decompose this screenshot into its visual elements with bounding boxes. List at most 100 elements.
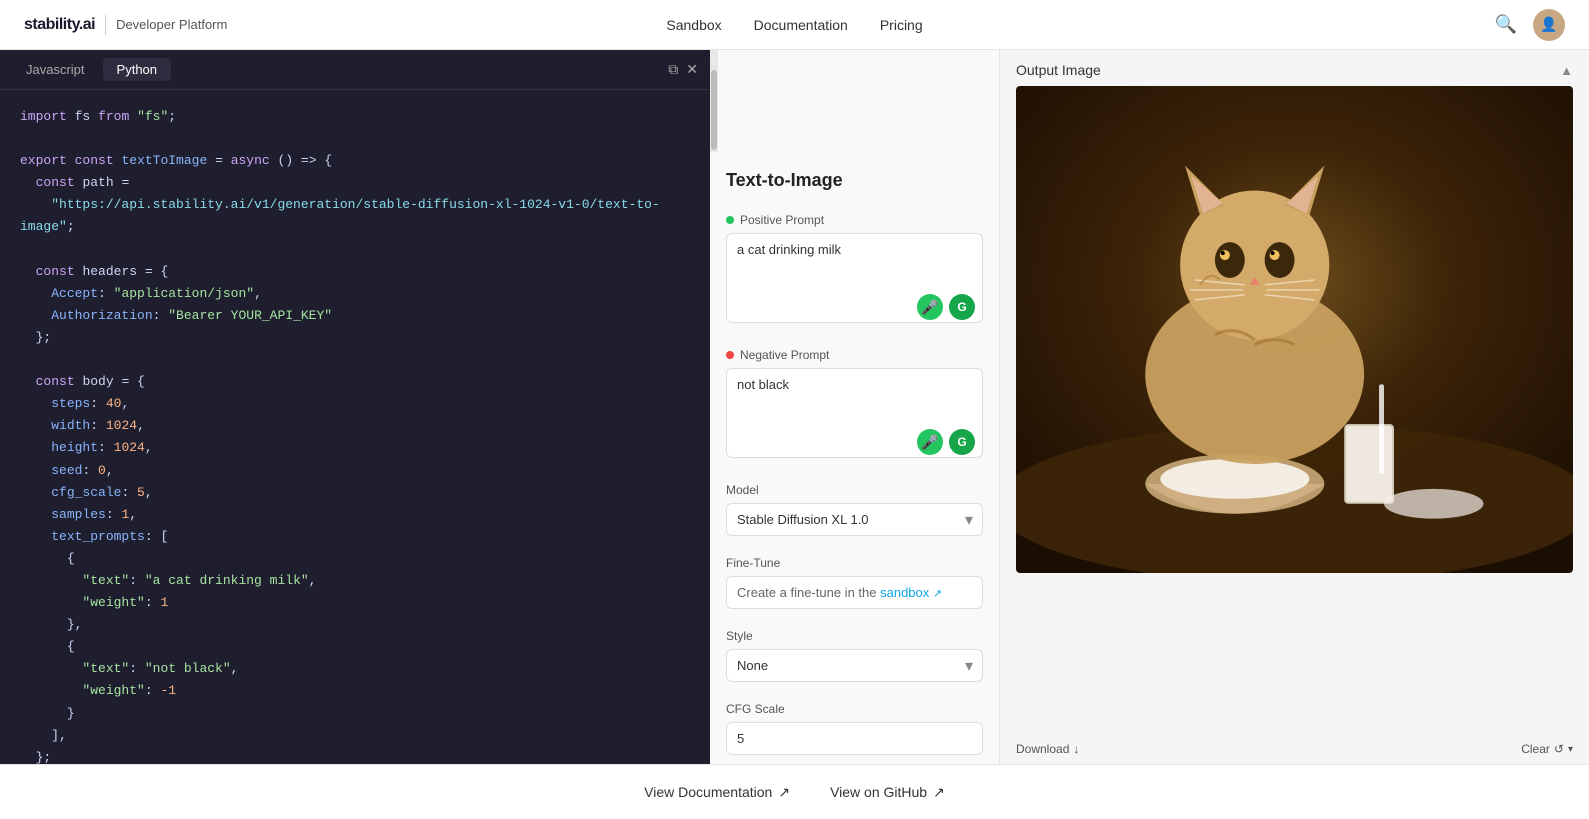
code-line: }; [20,747,690,764]
code-line: "weight": -1 [20,680,690,702]
output-footer: Download ↓ Clear ↺ ▾ [1000,734,1589,764]
cfg-scale-label: CFG Scale [726,702,983,716]
code-tab-group: Javascript Python [12,58,171,81]
clear-action[interactable]: Clear ↺ ▾ [1521,742,1573,756]
view-github-link[interactable]: View on GitHub ↗ [830,784,945,801]
view-docs-external-icon: ↗ [778,784,790,801]
grammarly-icon[interactable]: G [949,294,975,320]
code-line: Accept: "application/json", [20,283,690,305]
code-line: width: 1024, [20,415,690,437]
scrollbar-thumb [711,70,717,150]
output-collapse-icon[interactable]: ▲ [1560,63,1573,78]
user-avatar[interactable]: 👤 [1533,9,1565,41]
header-divider [105,15,106,35]
fine-tune-section: Fine-Tune Create a fine-tune in the sand… [710,546,999,619]
code-line: export const textToImage = async () => { [20,150,690,172]
platform-label: Developer Platform [116,17,227,32]
code-line: "weight": 1 [20,592,690,614]
negative-prompt-section: Negative Prompt <span class="neg-selecte… [710,338,999,473]
negative-prompt-label: Negative Prompt [726,348,983,362]
code-line: { [20,636,690,658]
positive-prompt-icons: 🎤 G [917,294,975,320]
external-link-icon: ↗ [933,588,942,600]
model-label: Model [726,483,983,497]
code-editor: import fs from "fs"; export const textTo… [0,90,710,764]
style-section: Style None Enhance Anime Photographic [710,619,999,692]
main-nav: Sandbox Documentation Pricing [666,17,922,33]
negative-prompt-icons: 🎤 G [917,429,975,455]
style-select-wrapper: None Enhance Anime Photographic [726,649,983,682]
download-icon: ↓ [1073,742,1079,756]
negative-voice-icon[interactable]: 🎤 [917,429,943,455]
code-line: { [20,548,690,570]
code-line: const headers = { [20,261,690,283]
code-line: const path = [20,172,690,194]
model-section: Model Stable Diffusion XL 1.0 Stable Dif… [710,473,999,546]
output-image-container [1000,86,1589,734]
code-line: cfg_scale: 5, [20,482,690,504]
cfg-scale-input[interactable] [726,722,983,755]
positive-dot [726,216,734,224]
output-header: Output Image ▲ [1000,50,1589,86]
bottom-bar: View Documentation ↗ View on GitHub ↗ [0,764,1589,819]
code-line: const body = { [20,371,690,393]
nav-sandbox[interactable]: Sandbox [666,17,721,33]
logo-area: stability.ai Developer Platform [24,15,227,35]
code-line: "text": "a cat drinking milk", [20,570,690,592]
negative-grammarly-icon[interactable]: G [949,429,975,455]
code-line: seed: 0, [20,460,690,482]
model-select[interactable]: Stable Diffusion XL 1.0 Stable Diffusion… [726,503,983,536]
nav-documentation[interactable]: Documentation [754,17,848,33]
code-line: ], [20,725,690,747]
code-line: samples: 1, [20,504,690,526]
tab-python[interactable]: Python [103,58,171,81]
output-title: Output Image [1016,62,1101,78]
view-docs-link[interactable]: View Documentation ↗ [644,784,790,801]
close-code-button[interactable]: ✕ [686,61,698,78]
scrollbar-indicator [710,50,718,152]
code-line: import fs from "fs"; [20,106,690,128]
output-panel: Output Image ▲ [1000,50,1589,764]
app-header: stability.ai Developer Platform Sandbox … [0,0,1589,50]
nav-pricing[interactable]: Pricing [880,17,923,33]
fine-tune-box: Create a fine-tune in the sandbox ↗ [726,576,983,609]
model-select-wrapper: Stable Diffusion XL 1.0 Stable Diffusion… [726,503,983,536]
code-line: }, [20,614,690,636]
code-line: "text": "not black", [20,658,690,680]
style-select[interactable]: None Enhance Anime Photographic [726,649,983,682]
sandbox-link[interactable]: sandbox ↗ [880,585,942,600]
search-button[interactable]: 🔍 [1495,14,1517,35]
main-layout: Javascript Python ⧉ ✕ import fs from "fs… [0,50,1589,764]
code-line: } [20,703,690,725]
page-title: Text-to-Image [710,152,999,203]
output-image [1016,86,1573,573]
code-line: height: 1024, [20,437,690,459]
cfg-scale-section: CFG Scale [710,692,999,764]
clear-icon: ↺ [1554,742,1564,756]
form-panel: Text-to-Image Positive Prompt a cat drin… [710,50,1000,764]
code-line: steps: 40, [20,393,690,415]
style-label: Style [726,629,983,643]
content-right: Text-to-Image Positive Prompt a cat drin… [710,50,1589,764]
code-line: }; [20,327,690,349]
code-line: "https://api.stability.ai/v1/generation/… [20,194,690,238]
tab-javascript[interactable]: Javascript [12,58,99,81]
voice-icon[interactable]: 🎤 [917,294,943,320]
code-line: text_prompts: [ [20,526,690,548]
chevron-down-icon: ▾ [1568,744,1573,755]
negative-dot [726,351,734,359]
fine-tune-label: Fine-Tune [726,556,983,570]
view-github-external-icon: ↗ [933,784,945,801]
negative-prompt-wrapper: <span class="neg-selected">not black</sp… [726,368,983,463]
copy-code-button[interactable]: ⧉ [668,61,678,78]
positive-prompt-wrapper: a cat drinking milk 🎤 G [726,233,983,328]
code-line: Authorization: "Bearer YOUR_API_KEY" [20,305,690,327]
code-tabs-bar: Javascript Python ⧉ ✕ [0,50,710,90]
code-tab-actions: ⧉ ✕ [668,61,698,78]
positive-prompt-label: Positive Prompt [726,213,983,227]
logo: stability.ai [24,16,95,34]
header-actions: 🔍 👤 [1495,9,1565,41]
download-action[interactable]: Download ↓ [1016,742,1079,756]
positive-prompt-section: Positive Prompt a cat drinking milk 🎤 G [710,203,999,338]
code-panel: Javascript Python ⧉ ✕ import fs from "fs… [0,50,710,764]
